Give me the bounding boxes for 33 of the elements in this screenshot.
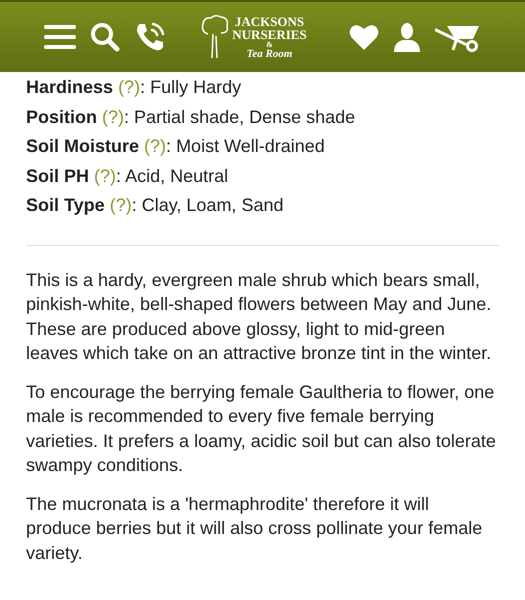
attribute-label: Hardiness [26,77,114,97]
attribute-label: Soil Moisture [26,136,140,156]
logo-text: NURSERIES [232,28,307,40]
attribute-label: Soil PH [26,166,90,186]
help-link[interactable]: (?) [118,77,140,97]
help-link[interactable]: (?) [94,166,116,186]
user-icon[interactable] [392,22,421,52]
logo-text: JACKSONS [234,14,304,28]
attribute-value: Acid, Neutral [125,166,228,186]
description-paragraph: To encourage the berrying female Gaultheria to flower, one male is recommended to every five female berrying varieties. It prefers a loamy, acidic soil but can also tolerate swampy conditions. [26,380,497,477]
attribute-colon: : [132,195,137,215]
help-link[interactable]: (?) [110,195,132,215]
description-paragraph: The mucronata is a 'hermaphrodite' therefore it will produce berries but it will also cross pollinate your female variety. [26,492,484,565]
attribute-colon: : [166,136,172,156]
attribute-value: Moist Well-drained [176,136,325,156]
attribute-colon: : [124,106,130,126]
attribute-label: Soil Type [26,195,105,215]
tree-icon [200,14,230,60]
search-icon[interactable] [90,22,120,52]
attribute-label: Position [26,106,97,126]
attribute-value: Fully Hardy [150,77,242,97]
heart-icon[interactable] [348,23,379,51]
logo-text: Tea Room [246,48,292,60]
phone-icon[interactable] [134,21,166,53]
attribute-colon: : [140,77,146,97]
logo-text: & [266,40,273,48]
help-link[interactable]: (?) [144,136,166,156]
help-link[interactable]: (?) [102,106,124,126]
attribute-colon: : [116,166,122,186]
description-paragraph: This is a hardy, evergreen male shrub which bears small, pinkish-white, bell-shaped flowers between May and June. These are produced above glossy, light to mid-green leaves which take on an attractive bronze tint in the winter. [26,268,492,365]
menu-icon[interactable] [44,24,76,50]
attribute-value: Partial shade, Dense shade [134,106,356,126]
attribute-value: Clay, Loam, Sand [142,195,284,215]
